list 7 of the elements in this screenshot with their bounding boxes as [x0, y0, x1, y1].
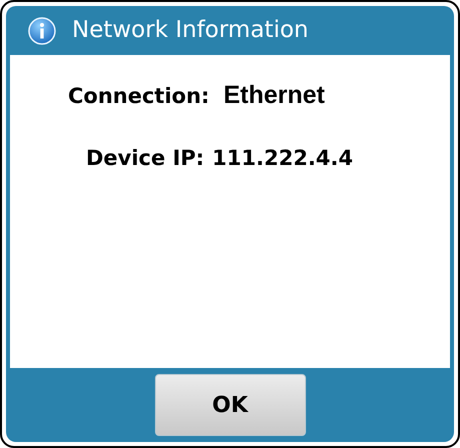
- field-label: Device IP:: [86, 144, 204, 172]
- field-label: Connection:: [68, 83, 210, 110]
- field-value: Ethernet: [223, 80, 325, 111]
- info-icon: [28, 16, 56, 44]
- window-title: Network Information: [72, 19, 308, 42]
- field-value: 111.222.4.4: [212, 144, 353, 172]
- ok-button[interactable]: OK: [154, 374, 306, 436]
